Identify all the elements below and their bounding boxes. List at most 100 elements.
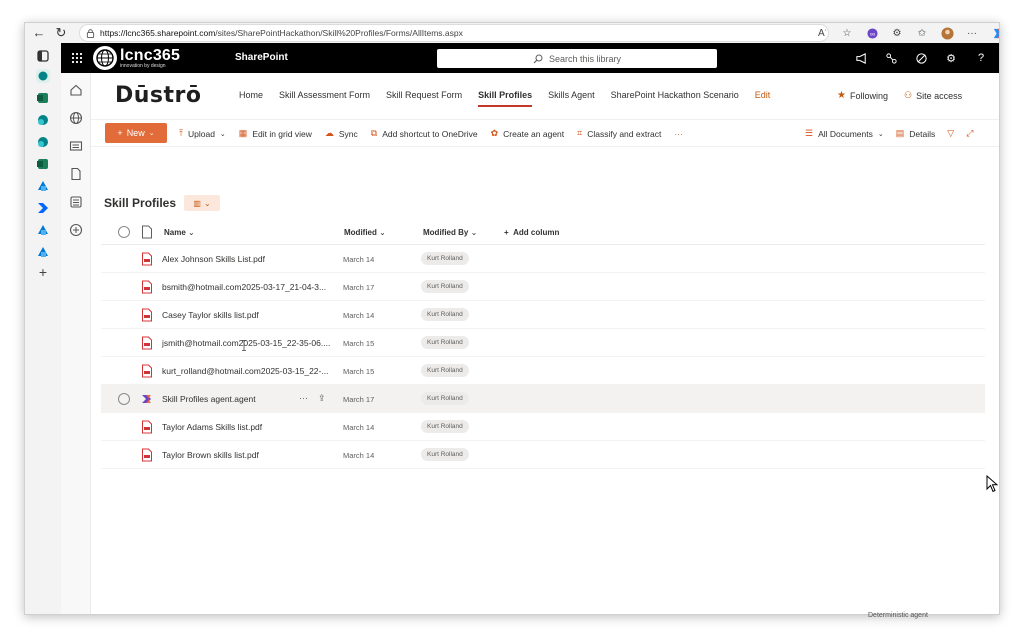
pdf-icon (142, 420, 152, 434)
modified-by-persona[interactable]: Kurt Rolland (421, 280, 469, 293)
modified-by-persona[interactable]: Kurt Rolland (421, 336, 469, 349)
view-switcher[interactable]: ☰ All Documents ⌄ (805, 128, 884, 139)
search-box[interactable]: Search this library (437, 49, 717, 68)
favorites-icon[interactable]: ✩ (915, 26, 929, 40)
azure-tab-icon-2[interactable] (36, 223, 50, 237)
modified-by-persona[interactable]: Kurt Rolland (421, 448, 469, 461)
files-icon[interactable] (69, 167, 83, 181)
new-button[interactable]: + New ⌄ (105, 123, 167, 143)
library-title: Skill Profiles (104, 196, 177, 210)
sharepoint-tab-icon-3[interactable] (36, 135, 50, 149)
puzzle-icon[interactable]: ⚙ (890, 26, 904, 40)
azure-tab-icon[interactable] (36, 179, 50, 193)
column-header-name[interactable]: Name ⌄ (164, 228, 195, 237)
details-pane-button[interactable]: ▤ Details (896, 128, 936, 139)
table-row-hovered[interactable]: Skill Profiles agent.agent ··· ⇪ March 1… (101, 385, 985, 413)
mouse-pointer-icon (986, 475, 998, 493)
news-icon[interactable] (69, 139, 83, 153)
extension-icon[interactable]: oo (865, 26, 879, 40)
home-icon[interactable] (69, 83, 83, 97)
nav-sharepoint-hackathon-scenario[interactable]: SharePoint Hackathon Scenario (603, 90, 747, 100)
select-all-checkbox[interactable] (118, 226, 130, 238)
sharepoint-tab-icon[interactable] (36, 69, 50, 83)
upload-button[interactable]: ⤒ Upload ⌄ (179, 128, 226, 139)
file-name-link[interactable]: kurt_rolland@hotmail.com2025-03-15_22-..… (162, 366, 328, 376)
nav-edit-link[interactable]: Edit (747, 90, 779, 100)
file-type-icon[interactable] (141, 225, 153, 239)
table-row[interactable]: bsmith@hotmail.com2025-03-17_21-04-3... … (101, 273, 985, 301)
site-logo[interactable]: Dūstrō (115, 83, 202, 108)
org-logo[interactable]: lcnc365 innovation by design (93, 45, 203, 71)
file-name-link[interactable]: Casey Taylor skills list.pdf (162, 310, 259, 320)
sync-button[interactable]: ☁ Sync (325, 128, 358, 139)
nav-skill-profiles[interactable]: Skill Profiles (470, 90, 540, 107)
azure-tab-icon-3[interactable] (36, 245, 50, 259)
excel-tab-icon[interactable] (36, 91, 50, 105)
lists-icon[interactable] (69, 195, 83, 209)
table-row[interactable]: Alex Johnson Skills List.pdf March 14 Ku… (101, 245, 985, 273)
more-actions-icon[interactable]: ··· (299, 393, 308, 404)
sharepoint-tab-icon-2[interactable] (36, 113, 50, 127)
nav-skills-agent[interactable]: Skills Agent (540, 90, 603, 100)
file-name-link[interactable]: Alex Johnson Skills List.pdf (162, 254, 265, 264)
modified-by-persona[interactable]: Kurt Rolland (421, 420, 469, 433)
globe-icon[interactable] (69, 111, 83, 125)
modified-by-persona[interactable]: Kurt Rolland (421, 252, 469, 265)
excel-tab-icon-2[interactable] (36, 157, 50, 171)
table-row[interactable]: jsmith@hotmail.com2025-03-15_22-35-06...… (101, 329, 985, 357)
nav-skill-assessment-form[interactable]: Skill Assessment Form (271, 90, 378, 100)
refresh-icon[interactable]: ↻ (53, 25, 69, 41)
file-name-link[interactable]: Skill Profiles agent.agent (162, 394, 256, 404)
create-agent-button[interactable]: ✿ Create an agent (491, 128, 565, 139)
copilot-agent-icon (142, 395, 151, 403)
sync-icon[interactable] (913, 50, 929, 66)
site-access-button[interactable]: ⚇ Site access (904, 90, 962, 101)
app-name[interactable]: SharePoint (235, 52, 288, 63)
favorite-star-icon[interactable]: ☆ (840, 26, 854, 40)
table-row[interactable]: Taylor Adams Skills list.pdf March 14 Ku… (101, 413, 985, 441)
browser-vertical-tabs: + (25, 43, 61, 614)
table-row[interactable]: kurt_rolland@hotmail.com2025-03-15_22-..… (101, 357, 985, 385)
table-row[interactable]: Taylor Brown skills list.pdf March 14 Ku… (101, 441, 985, 469)
share-icon[interactable]: ⇪ (318, 393, 326, 404)
row-select-checkbox[interactable] (118, 393, 130, 405)
add-shortcut-button[interactable]: ⧉ Add shortcut to OneDrive (371, 128, 478, 139)
read-aloud-icon[interactable]: Aʼ (815, 26, 829, 40)
more-menu-icon[interactable]: ··· (965, 26, 979, 40)
file-name-link[interactable]: Taylor Brown skills list.pdf (162, 450, 259, 460)
app-launcher-icon[interactable] (69, 50, 85, 66)
more-commands-button[interactable]: ··· (674, 128, 683, 139)
power-automate-tab-icon[interactable] (36, 201, 50, 215)
column-header-modified-by[interactable]: Modified By ⌄ (423, 228, 477, 237)
copilot-icon[interactable] (990, 26, 999, 40)
following-button[interactable]: ★ Following (837, 90, 888, 101)
settings-gear-icon[interactable]: ⚙ (943, 50, 959, 66)
classify-extract-button[interactable]: ⌗ Classify and extract (577, 128, 661, 139)
back-icon[interactable]: ← (31, 25, 47, 41)
column-header-modified[interactable]: Modified ⌄ (344, 228, 386, 237)
modified-date: March 14 (343, 451, 375, 460)
modified-by-persona[interactable]: Kurt Rolland (421, 308, 469, 321)
file-name-link[interactable]: bsmith@hotmail.com2025-03-17_21-04-3... (162, 282, 326, 292)
add-column-button[interactable]: + Add column (504, 228, 559, 237)
expand-button[interactable]: ⤢ (966, 128, 973, 139)
modified-by-persona[interactable]: Kurt Rolland (421, 392, 469, 405)
share-network-icon[interactable] (883, 50, 899, 66)
table-row[interactable]: Casey Taylor skills list.pdf March 14 Ku… (101, 301, 985, 329)
filter-button[interactable]: ▽ (947, 128, 954, 139)
address-bar[interactable]: https://lcnc365.sharepoint.com/sites/Sha… (79, 24, 829, 42)
help-icon[interactable]: ? (973, 50, 989, 66)
edit-grid-view-button[interactable]: ▦ Edit in grid view (239, 128, 312, 139)
library-view-button[interactable]: ▥ ⌄ (184, 195, 221, 211)
modified-by-persona[interactable]: Kurt Rolland (421, 364, 469, 377)
view-controls: ☰ All Documents ⌄ ▤ Details ▽ ⤢ (805, 128, 973, 139)
file-name-link[interactable]: Taylor Adams Skills list.pdf (162, 422, 262, 432)
modified-date: March 17 (343, 283, 375, 292)
create-icon[interactable] (69, 223, 83, 237)
nav-home[interactable]: Home (231, 90, 271, 100)
new-tab-icon[interactable]: + (36, 265, 50, 279)
tab-actions-icon[interactable] (36, 49, 50, 63)
megaphone-icon[interactable] (853, 50, 869, 66)
profile-avatar-icon[interactable] (940, 26, 954, 40)
nav-skill-request-form[interactable]: Skill Request Form (378, 90, 470, 100)
